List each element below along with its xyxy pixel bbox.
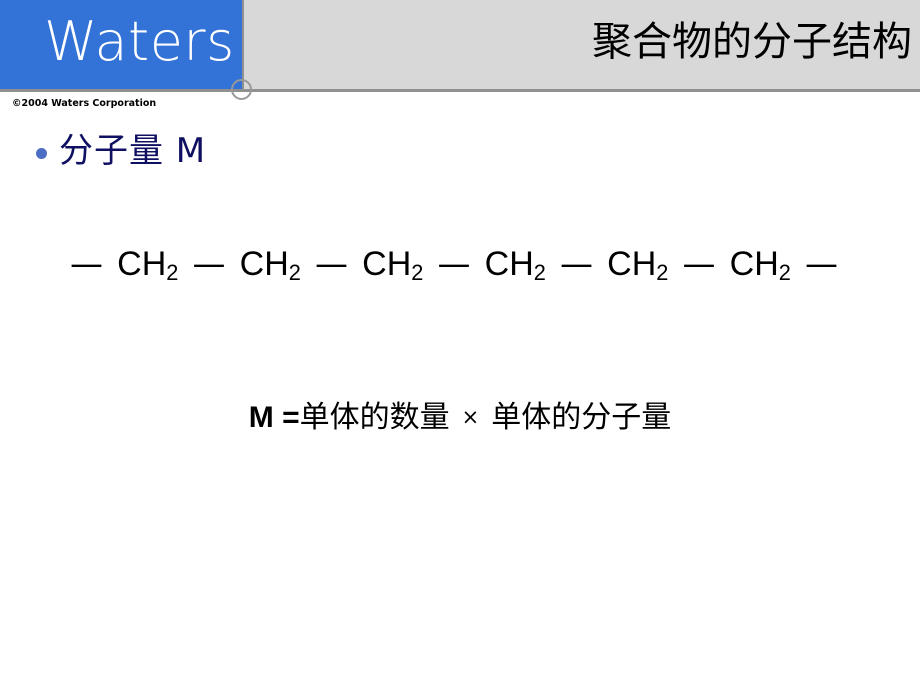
chain-unit-2-symbol: CH xyxy=(239,245,289,283)
formula-left-hand-side: M = xyxy=(248,401,300,434)
slide-title: 聚合物的分子结构 xyxy=(592,19,912,65)
chain-bond-6: — xyxy=(805,244,838,283)
chain-unit-1-subscript: 2 xyxy=(166,259,179,285)
chain-unit-3: CH2 xyxy=(362,243,423,289)
circle-accent-icon xyxy=(231,79,252,100)
formula-term-two: 单体的分子量 xyxy=(491,400,672,435)
chain-unit-1: CH2 xyxy=(117,243,178,289)
polymer-chain-diagram: — CH2 — CH2 — CH2 — CH2 — CH2 — CH2 — xyxy=(70,243,838,289)
copyright-notice: ©2004 Waters Corporation xyxy=(12,98,157,109)
chain-unit-6-symbol: CH xyxy=(729,245,779,283)
chain-bond-4: — xyxy=(560,244,593,283)
chain-unit-4-subscript: 2 xyxy=(533,259,546,285)
chain-unit-4-symbol: CH xyxy=(484,245,534,283)
waters-logo-text: Waters xyxy=(44,10,235,73)
chain-unit-5-subscript: 2 xyxy=(656,259,669,285)
chain-unit-6-subscript: 2 xyxy=(778,259,791,285)
chain-bond-5: — xyxy=(682,244,716,283)
bullet-item-label: 分子量 M xyxy=(59,131,207,171)
waters-logo-block: Waters xyxy=(0,0,242,89)
chain-unit-3-subscript: 2 xyxy=(411,259,424,285)
molecular-weight-formula: M =单体的数量 × 单体的分子量 xyxy=(0,398,920,440)
chain-unit-5: CH2 xyxy=(607,243,668,289)
chain-bond-1: — xyxy=(192,244,226,283)
chain-unit-2: CH2 xyxy=(240,243,301,289)
bullet-dot-icon xyxy=(36,147,47,159)
bullet-list-item: 分子量 M xyxy=(36,130,206,172)
chain-unit-3-symbol: CH xyxy=(362,245,412,283)
chain-unit-1-symbol: CH xyxy=(117,245,167,283)
formula-term-one: 单体的数量 xyxy=(299,400,450,435)
slide-canvas: Waters 聚合物的分子结构 ©2004 Waters Corporation… xyxy=(0,0,920,690)
chain-unit-2-subscript: 2 xyxy=(288,259,301,285)
chain-bond-0: — xyxy=(70,244,103,283)
header-vertical-divider xyxy=(242,0,244,89)
chain-unit-5-symbol: CH xyxy=(607,245,657,283)
header-horizontal-rule xyxy=(0,89,920,92)
chain-bond-3: — xyxy=(437,244,471,283)
formula-multiply-operator: × xyxy=(461,405,480,429)
chain-unit-6: CH2 xyxy=(730,243,791,289)
chain-unit-4: CH2 xyxy=(485,243,546,289)
chain-bond-2: — xyxy=(315,244,348,283)
